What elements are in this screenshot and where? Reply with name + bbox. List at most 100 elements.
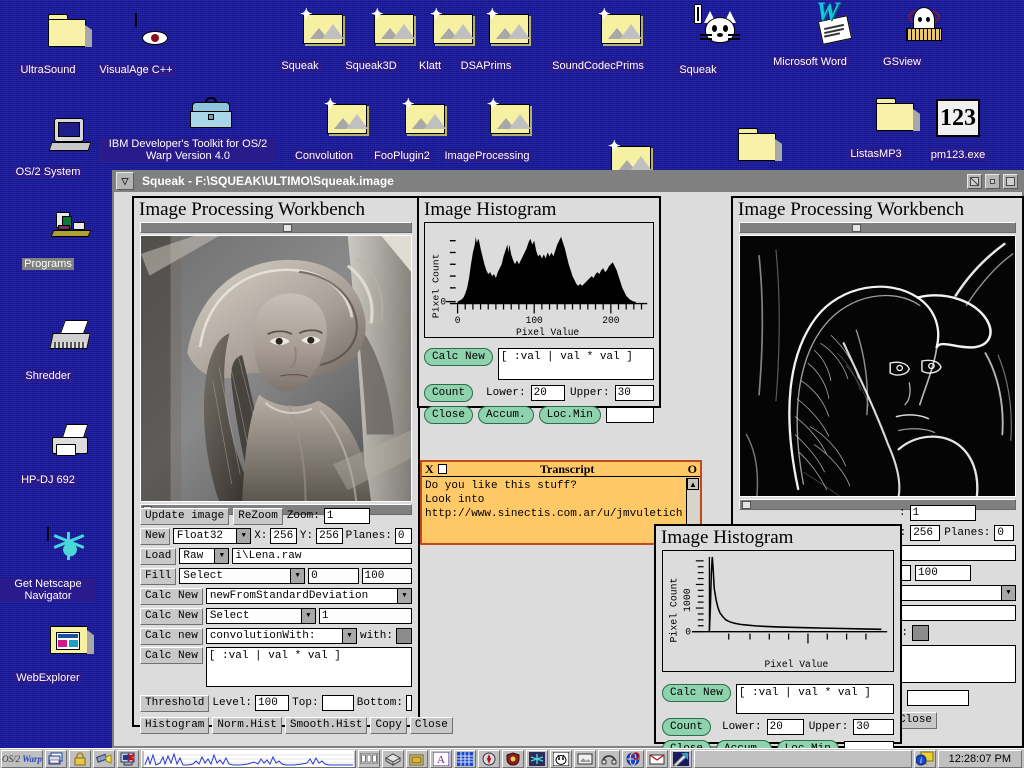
calc-new-3-dropdown[interactable]: convolutionWith:▼ <box>206 628 357 644</box>
workbench-left-hscroll-top[interactable] <box>140 222 412 233</box>
desktop-icon-visualage[interactable]: VisualAge C++ <box>88 14 184 76</box>
wr-with-swatch[interactable] <box>912 625 929 641</box>
spreadsheet-icon[interactable] <box>454 750 476 768</box>
transcript-body[interactable]: Do you like this stuff? Look into http:/… <box>422 477 700 523</box>
fill-to-input[interactable]: 100 <box>362 568 412 584</box>
drive-icon[interactable] <box>382 750 404 768</box>
collapse-icon[interactable]: O <box>688 462 697 477</box>
memory-icon[interactable] <box>358 750 380 768</box>
transcript-title-bar[interactable]: X Transcript O <box>422 462 700 477</box>
minimize-button[interactable] <box>985 174 1000 189</box>
threshold-button[interactable]: Threshold <box>140 695 209 712</box>
mail-icon[interactable] <box>646 750 668 768</box>
fill-select-dropdown[interactable]: Select▼ <box>179 568 305 584</box>
histogram-bottom-count-button[interactable]: Count <box>662 718 711 736</box>
calc-new-2-dropdown[interactable]: Select▼ <box>206 608 316 624</box>
desktop-icon-shredder[interactable]: Shredder <box>0 320 96 382</box>
folder-icon[interactable] <box>406 750 428 768</box>
histogram-bottom-lower-input[interactable]: 20 <box>767 719 804 735</box>
wr-bottom-input[interactable] <box>907 690 969 706</box>
desktop-icon-imageprocessing[interactable]: ✦ ImageProcessing <box>432 100 542 162</box>
calc-new-4-button[interactable]: Calc New <box>140 647 203 664</box>
scroll-up-icon[interactable]: ▲ <box>687 478 699 490</box>
histogram-button[interactable]: Histogram <box>140 717 209 734</box>
wr-fill-to-input[interactable]: 100 <box>915 565 971 581</box>
paint-icon[interactable] <box>670 750 692 768</box>
hide-button[interactable] <box>967 174 982 189</box>
wr-zoom-input[interactable]: 1 <box>910 505 976 521</box>
histogram-top-count-button[interactable]: Count <box>424 384 473 402</box>
bottom-input[interactable] <box>406 695 412 711</box>
load-button[interactable]: Load <box>140 548 176 565</box>
calc-new-1-button[interactable]: Calc New <box>140 588 203 605</box>
close-button[interactable]: Close <box>410 717 453 734</box>
histogram-bottom-calc-new-button[interactable]: Calc New <box>662 684 731 702</box>
histogram-top-calc-new-button[interactable]: Calc New <box>424 348 493 366</box>
histogram-top-calc-code[interactable]: [ :val | val * val ] <box>498 348 654 380</box>
histogram-top-locmin-button[interactable]: Loc.Min <box>539 406 601 424</box>
histogram-top-accum-button[interactable]: Accum. <box>478 406 534 424</box>
histogram-bottom-calc-code[interactable]: [ :val | val * val ] <box>736 684 894 714</box>
workbench-right-hscroll-top[interactable] <box>739 222 1016 233</box>
desktop-icon-webexplorer[interactable]: WebExplorer <box>0 622 96 684</box>
with-swatch[interactable] <box>396 628 412 644</box>
fill-from-input[interactable]: 0 <box>308 568 358 584</box>
desktop-icon-gsview[interactable]: GSview <box>854 6 950 68</box>
image-icon[interactable] <box>574 750 596 768</box>
fill-button[interactable]: Fill <box>140 568 176 585</box>
rezoom-button[interactable]: ReZoom <box>233 508 283 525</box>
histogram-top-upper-input[interactable]: 30 <box>615 385 654 401</box>
netscape-icon[interactable] <box>526 750 548 768</box>
shield-icon[interactable] <box>502 750 524 768</box>
desktop-icon-os2-system[interactable]: OS/2 System <box>0 116 96 178</box>
top-input[interactable] <box>322 695 354 711</box>
calc-new-3-button[interactable]: Calc new <box>140 628 203 645</box>
desktop-icon-ibm-toolkit[interactable]: IBM Developer's Toolkit for OS/2 Warp Ve… <box>100 96 276 162</box>
histogram-top-result[interactable] <box>606 407 654 423</box>
globe-icon[interactable] <box>622 750 644 768</box>
system-menu-icon[interactable]: ▽ <box>116 172 134 190</box>
update-image-button[interactable]: Update image <box>140 508 229 525</box>
wr-planes-input[interactable]: 0 <box>994 525 1014 541</box>
histogram-bottom-upper-input[interactable]: 30 <box>853 719 894 735</box>
squeak-title-bar[interactable]: ▽ Squeak - F:\SQUEAK\ULTIMO\Squeak.image <box>114 170 1022 192</box>
copy-button[interactable]: Copy <box>370 717 406 734</box>
calc-new-2-input[interactable]: 1 <box>319 608 412 624</box>
fonts-icon[interactable]: A <box>430 750 452 768</box>
phone-icon[interactable] <box>598 750 620 768</box>
info-icon[interactable]: i <box>914 750 936 768</box>
load-path-input[interactable]: i\Lena.raw <box>232 548 412 564</box>
norm-hist-button[interactable]: Norm.Hist <box>212 717 281 734</box>
os2-logo[interactable]: OS/2 Warp <box>1 750 43 768</box>
load-type-dropdown[interactable]: Raw▼ <box>179 548 229 564</box>
smooth-hist-button[interactable]: Smooth.Hist <box>285 717 368 734</box>
desktop-icon-pm123[interactable]: 123 pm123.exe <box>910 94 1006 161</box>
shutdown-icon[interactable] <box>117 750 139 768</box>
flashlight-icon[interactable] <box>93 750 115 768</box>
squeak-cat-icon[interactable] <box>550 750 572 768</box>
calc-new-1-dropdown[interactable]: newFromStandardDeviation▼ <box>206 588 412 604</box>
planes-input[interactable]: 0 <box>395 528 412 544</box>
lock-icon[interactable] <box>69 750 91 768</box>
taskbar-clock[interactable]: 12:28:07 PM <box>938 750 1022 768</box>
y-input[interactable]: 256 <box>316 528 343 544</box>
maximize-button[interactable] <box>1003 174 1018 189</box>
histogram-top-close-button[interactable]: Close <box>424 406 473 424</box>
x-input[interactable]: 256 <box>270 528 297 544</box>
window-list-icon[interactable] <box>45 750 67 768</box>
desktop-icon-ultrasound[interactable]: UltraSound <box>0 14 96 76</box>
zoom-input[interactable]: 1 <box>324 508 370 524</box>
desktop-icon-word[interactable]: W Microsoft Word <box>762 6 858 68</box>
menu-icon[interactable] <box>438 464 447 474</box>
desktop-icon-netscape[interactable]: Get Netscape Navigator <box>0 528 96 602</box>
desktop-icon-dsaprims[interactable]: ✦ DSAPrims <box>438 10 534 72</box>
calc-new-2-button[interactable]: Calc New <box>140 608 203 625</box>
close-icon[interactable]: X <box>425 462 434 477</box>
wr-y-input[interactable]: 256 <box>910 525 940 541</box>
new-type-dropdown[interactable]: Float32▼ <box>173 528 251 544</box>
new-button[interactable]: New <box>140 528 170 545</box>
calc-new-4-code[interactable]: [ :val | val * val ] <box>206 647 412 687</box>
desktop-icon-soundcodecprims[interactable]: ✦ SoundCodecPrims <box>540 10 656 72</box>
desktop-icon-programs[interactable]: Programs <box>0 208 96 270</box>
desktop-icon-squeak-app[interactable]: Squeak <box>650 8 746 76</box>
